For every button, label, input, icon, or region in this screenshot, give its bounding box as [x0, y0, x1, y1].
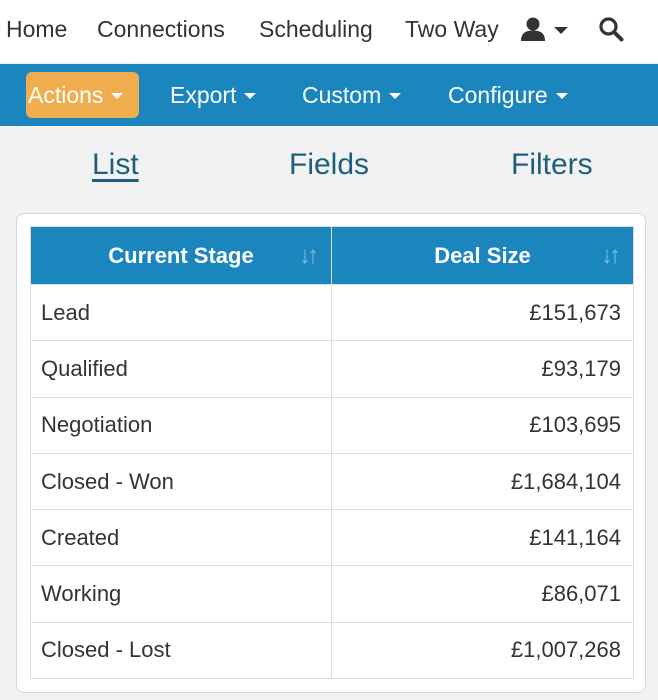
table-row[interactable]: Created £141,164: [30, 509, 634, 567]
nav-home[interactable]: Home: [6, 16, 67, 43]
chevron-down-icon: [555, 93, 568, 99]
chevron-down-icon: [111, 93, 124, 99]
table-row[interactable]: Lead £151,673: [30, 283, 634, 342]
tab-list[interactable]: List: [92, 148, 139, 182]
column-header-label: Current Stage: [108, 242, 254, 268]
column-header-current-stage[interactable]: Current Stage ↓↑: [30, 226, 332, 285]
top-nav: Home Connections Scheduling Two Way: [0, 0, 658, 62]
table-row[interactable]: Working £86,071: [30, 565, 634, 623]
deal-size-cell: £151,673: [331, 283, 634, 342]
stage-cell: Working: [30, 565, 332, 623]
tab-fields[interactable]: Fields: [289, 148, 369, 182]
nav-scheduling[interactable]: Scheduling: [259, 16, 373, 43]
search-icon: [599, 17, 624, 42]
user-menu[interactable]: [520, 16, 568, 42]
custom-label: Custom: [302, 81, 382, 108]
table-card: Current Stage ↓↑ Deal Size ↓↑ Lead £151,…: [16, 213, 646, 693]
sort-icon[interactable]: ↓↑: [601, 242, 621, 270]
configure-dropdown[interactable]: Configure: [448, 72, 568, 118]
toolbar: Actions Export Custom Configure: [0, 64, 658, 126]
chevron-down-icon: [554, 26, 568, 34]
deal-size-cell: £141,164: [331, 509, 634, 567]
nav-two-way[interactable]: Two Way: [405, 16, 499, 43]
chevron-down-icon: [389, 93, 402, 99]
stage-cell: Closed - Lost: [30, 621, 332, 680]
export-label: Export: [170, 81, 237, 108]
actions-dropdown[interactable]: Actions: [26, 72, 139, 118]
table-header-row: Current Stage ↓↑ Deal Size ↓↑: [30, 226, 634, 285]
user-icon: [521, 17, 545, 41]
export-dropdown[interactable]: Export: [170, 72, 257, 118]
deal-size-cell: £1,684,104: [331, 452, 634, 511]
stage-cell: Qualified: [30, 340, 332, 398]
table-row[interactable]: Closed - Lost £1,007,268: [30, 621, 634, 680]
deal-size-cell: £103,695: [331, 396, 634, 454]
table-row[interactable]: Negotiation £103,695: [30, 396, 634, 454]
data-table: Current Stage ↓↑ Deal Size ↓↑ Lead £151,…: [30, 226, 634, 680]
column-header-deal-size[interactable]: Deal Size ↓↑: [331, 226, 634, 285]
sort-icon[interactable]: ↓↑: [299, 242, 319, 270]
configure-label: Configure: [448, 81, 548, 108]
view-tabs: List Fields Filters: [0, 126, 658, 212]
nav-connections[interactable]: Connections: [97, 16, 225, 43]
chevron-down-icon: [244, 93, 257, 99]
deal-size-cell: £1,007,268: [331, 621, 634, 680]
table-row[interactable]: Closed - Won £1,684,104: [30, 452, 634, 511]
deal-size-cell: £93,179: [331, 340, 634, 398]
stage-cell: Negotiation: [30, 396, 332, 454]
table-row[interactable]: Qualified £93,179: [30, 340, 634, 398]
tab-filters[interactable]: Filters: [511, 148, 593, 182]
search-button[interactable]: [598, 16, 624, 47]
stage-cell: Lead: [30, 283, 332, 342]
custom-dropdown[interactable]: Custom: [302, 72, 402, 118]
deal-size-cell: £86,071: [331, 565, 634, 623]
stage-cell: Closed - Won: [30, 452, 332, 511]
stage-cell: Created: [30, 509, 332, 567]
actions-label: Actions: [28, 81, 104, 108]
column-header-label: Deal Size: [434, 242, 531, 268]
